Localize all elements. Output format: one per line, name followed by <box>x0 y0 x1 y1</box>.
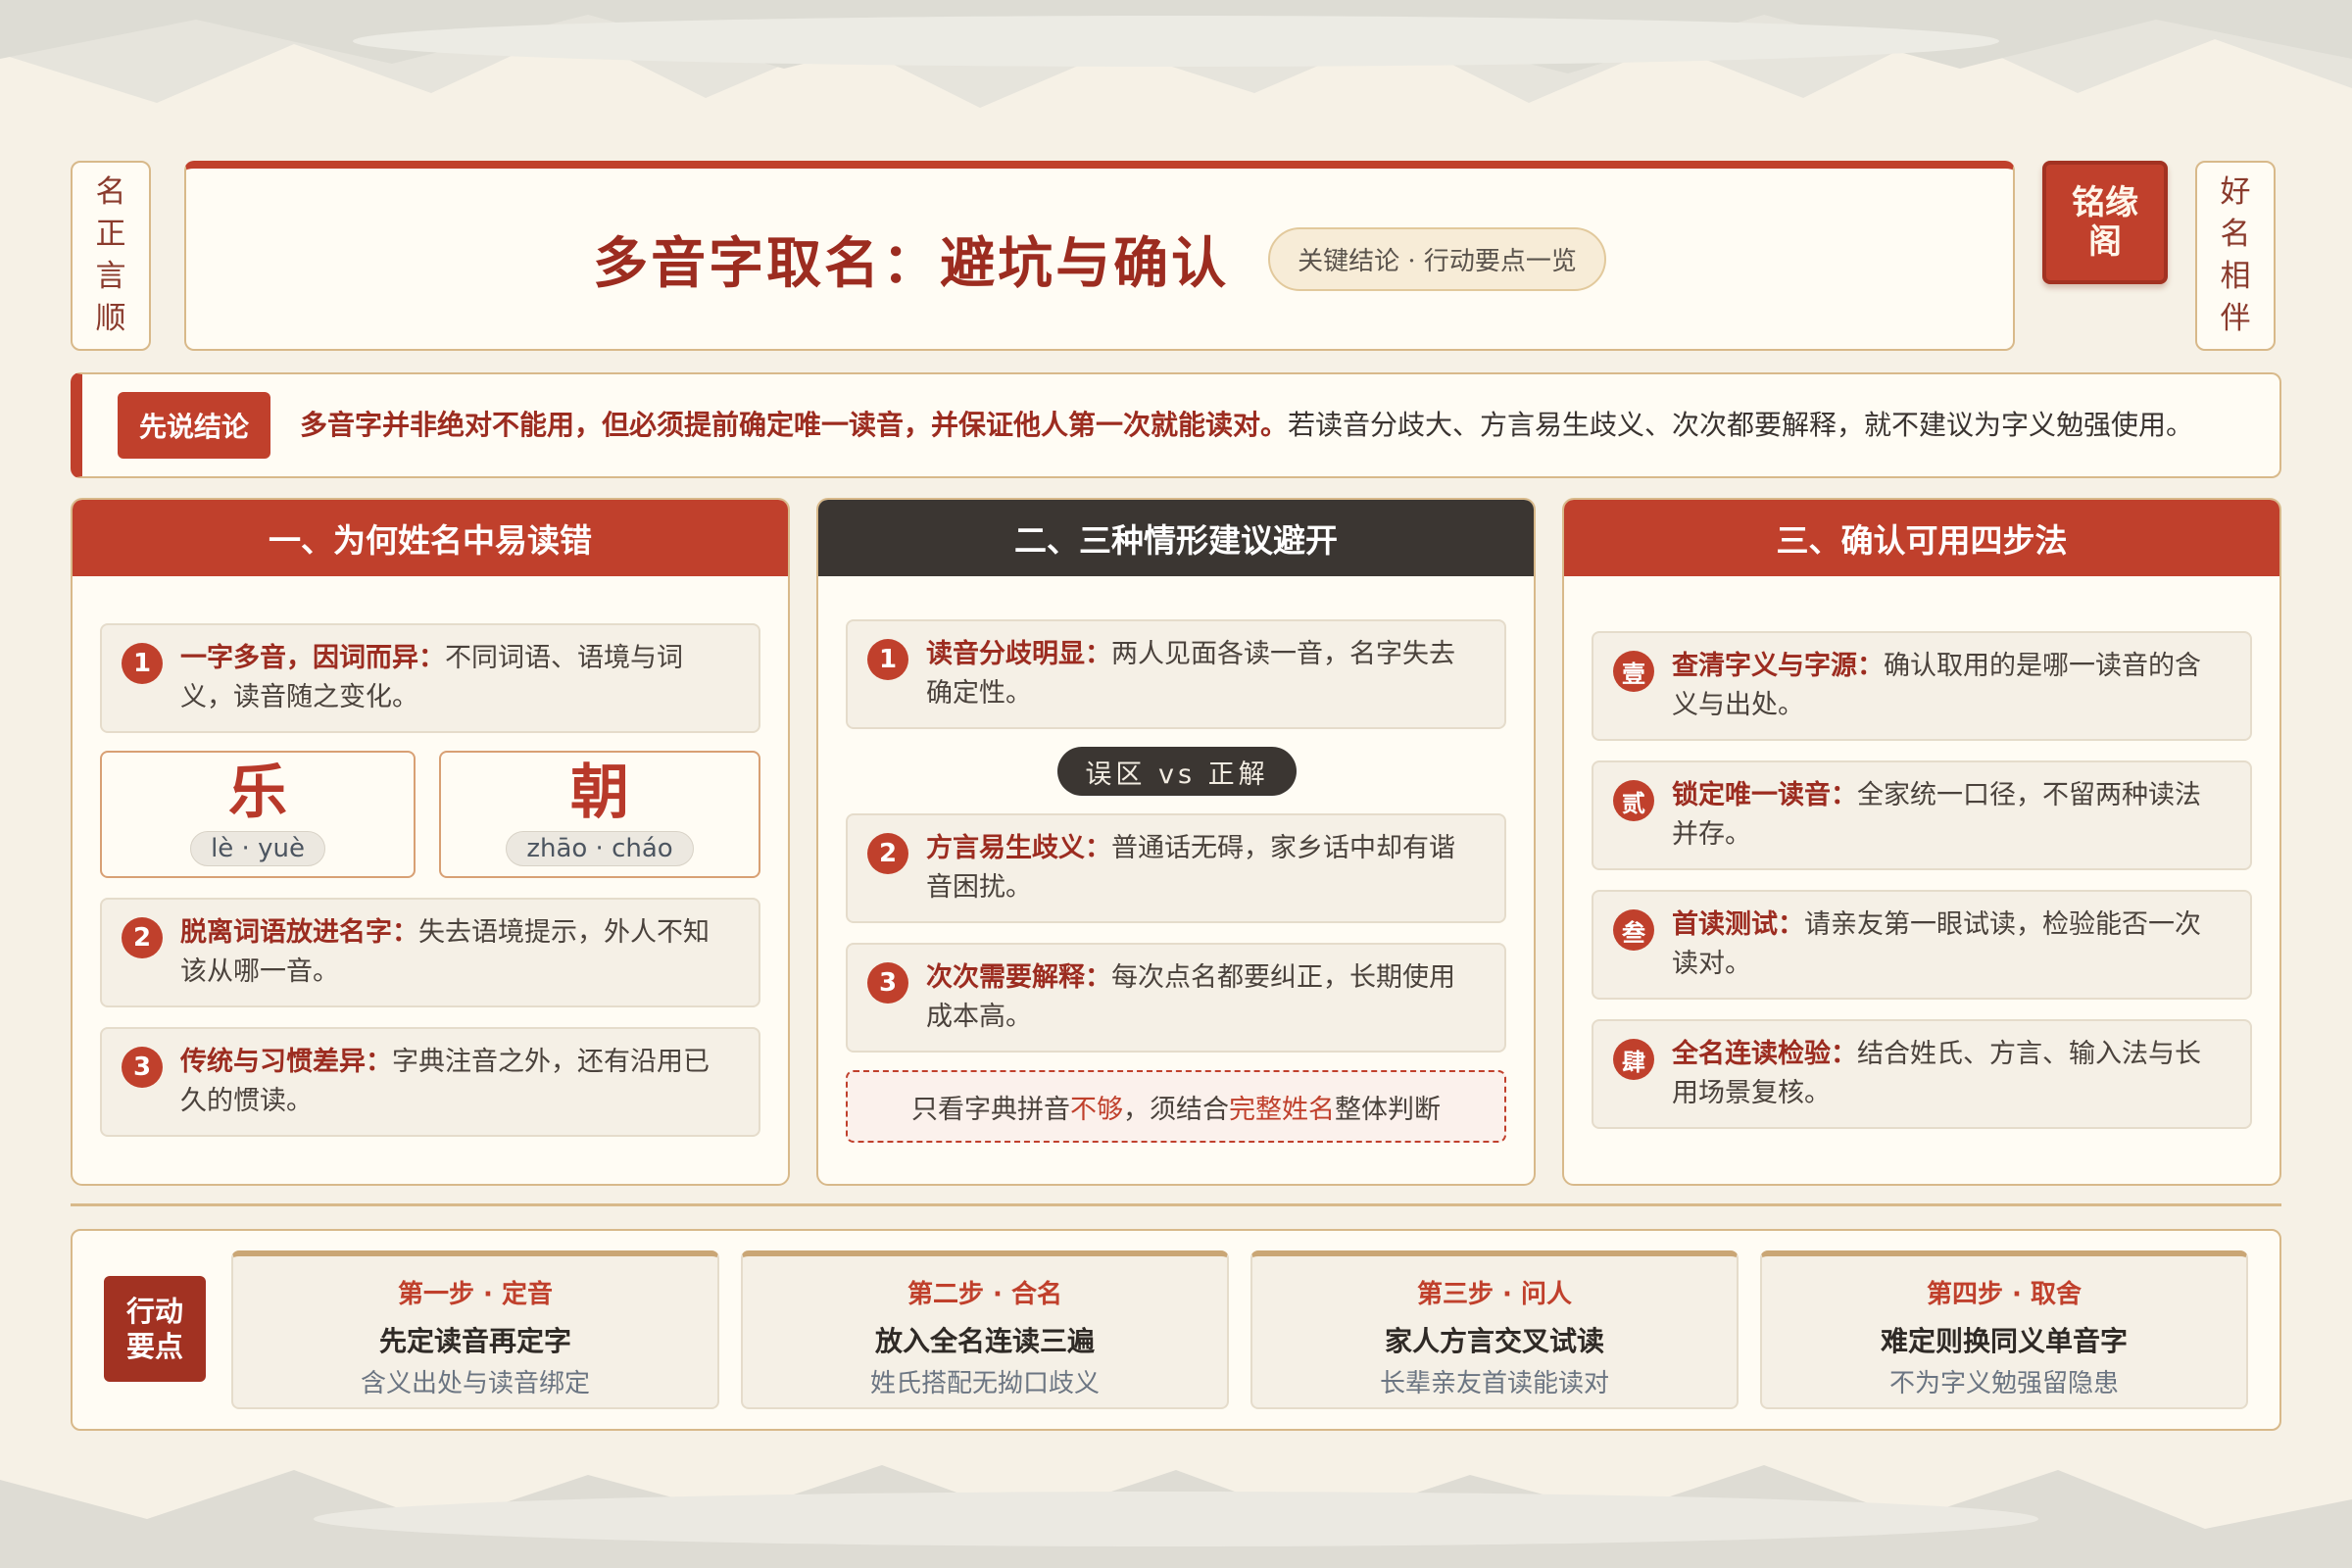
left-couplet: 名 正 言 顺 <box>71 161 151 351</box>
action-label-line: 行动 <box>125 1295 183 1328</box>
section-why-misread: 一、为何姓名中易读错 1 一字多音，因词而异：不同词语、语境与词义，读音随之变化… <box>71 498 790 1186</box>
seal-line: 铭缘 <box>2072 183 2138 222</box>
reason-title: 传统与习惯差异： <box>180 1047 392 1077</box>
left-couplet-char: 正 <box>95 217 126 252</box>
example-pinyin: zhāo · cháo <box>506 831 694 866</box>
action-step-title: 第四步 · 取舍 <box>1927 1280 2082 1309</box>
example-char: 朝 <box>570 759 629 827</box>
avoid-title: 次次需要解释： <box>926 962 1111 993</box>
example-pinyin: lè · yuè <box>190 831 325 866</box>
conclusion-strong: 多音字并非绝对不能用，但必须提前确定唯一读音，并保证他人第一次就能读对。 <box>300 409 1289 441</box>
reason-title: 脱离词语放进名字： <box>180 917 418 948</box>
number-badge: 1 <box>122 643 163 684</box>
reason-card: 3 传统与习惯差异：字典注音之外，还有沿用已久的惯读。 <box>100 1027 760 1137</box>
example-char-card: 乐 lè · yuè <box>100 751 416 878</box>
conclusion-bar: 先说结论 多音字并非绝对不能用，但必须提前确定唯一读音，并保证他人第一次就能读对… <box>71 372 2281 478</box>
avoid-title: 方言易生歧义： <box>926 833 1111 863</box>
step-method-card: 壹 查清字义与字源：确认取用的是哪一读音的含义与出处。 <box>1592 631 2252 741</box>
action-step-card: 第三步 · 问人 家人方言交叉试读 长辈亲友首读能读对 <box>1250 1250 1739 1409</box>
left-couplet-char: 名 <box>95 174 126 210</box>
avoid-card: 3 次次需要解释：每次点名都要纠正，长期使用成本高。 <box>846 943 1506 1053</box>
avoid-title: 读音分歧明显： <box>926 639 1111 669</box>
conclusion-label: 先说结论 <box>118 392 271 459</box>
right-couplet-char: 相 <box>2220 259 2251 294</box>
note-highlight: 完整姓名 <box>1229 1094 1335 1125</box>
note-part: ，须结合 <box>1123 1094 1229 1125</box>
conclusion-rest: 若读音分歧大、方言易生歧义、次次都要解释，就不建议为字义勉强使用。 <box>1288 409 2194 441</box>
bottom-mountain-decoration <box>0 1465 2352 1568</box>
right-couplet: 好 名 相 伴 <box>2195 161 2276 351</box>
action-step-sub: 长辈亲友首读能读对 <box>1379 1369 1609 1398</box>
right-couplet-char: 伴 <box>2220 301 2251 336</box>
number-badge: 壹 <box>1613 651 1654 692</box>
conclusion-text: 多音字并非绝对不能用，但必须提前确定唯一读音，并保证他人第一次就能读对。若读音分… <box>300 406 2193 445</box>
example-char: 乐 <box>228 759 287 827</box>
section-title: 一、为何姓名中易读错 <box>73 500 788 576</box>
action-step-card: 第四步 · 取舍 难定则换同义单音字 不为字义勉强留隐患 <box>1760 1250 2248 1409</box>
page-title: 多音字取名：避坑与确认 <box>593 230 1230 296</box>
avoid-card: 2 方言易生歧义：普通话无碍，家乡话中却有谐音困扰。 <box>846 813 1506 923</box>
action-step-main: 先定读音再定字 <box>378 1325 571 1357</box>
method-title: 锁定唯一读音： <box>1672 780 1857 810</box>
reason-card: 2 脱离词语放进名字：失去语境提示，外人不知该从哪一音。 <box>100 898 760 1007</box>
step-method-card: 叁 首读测试：请亲友第一眼试读，检验能否一次读对。 <box>1592 890 2252 1000</box>
number-badge: 3 <box>122 1047 163 1088</box>
reason-title: 一字多音，因词而异： <box>180 643 445 673</box>
action-label-line: 要点 <box>125 1330 183 1363</box>
section-divider <box>71 1203 2281 1206</box>
right-couplet-char: 名 <box>2220 217 2251 252</box>
brand-seal: 铭缘 阁 <box>2042 161 2168 284</box>
section-avoid-cases: 二、三种情形建议避开 1 读音分歧明显：两人见面各读一音，名字失去确定性。 误区… <box>816 498 1536 1186</box>
step-method-card: 肆 全名连读检验：结合姓氏、方言、输入法与长用场景复核。 <box>1592 1019 2252 1129</box>
right-couplet-char: 好 <box>2220 174 2251 210</box>
action-step-main: 家人方言交叉试读 <box>1384 1325 1604 1357</box>
number-badge: 3 <box>867 962 908 1004</box>
action-step-main: 难定则换同义单音字 <box>1880 1325 2128 1357</box>
note-part: 只看字典拼音 <box>911 1094 1070 1125</box>
left-couplet-char: 顺 <box>95 301 126 336</box>
method-title: 首读测试： <box>1672 909 1804 940</box>
dictionary-warning-note: 只看字典拼音 不够 ，须结合 完整姓名 整体判断 <box>846 1070 1506 1143</box>
action-step-sub: 姓氏搭配无拗口歧义 <box>869 1369 1100 1398</box>
action-step-main: 放入全名连读三遍 <box>874 1325 1095 1357</box>
section-four-steps: 三、确认可用四步法 壹 查清字义与字源：确认取用的是哪一读音的含义与出处。 贰 … <box>1562 498 2281 1186</box>
number-badge: 肆 <box>1613 1039 1654 1080</box>
step-method-card: 贰 锁定唯一读音：全家统一口径，不留两种读法并存。 <box>1592 760 2252 870</box>
action-step-card: 第二步 · 合名 放入全名连读三遍 姓氏搭配无拗口歧义 <box>741 1250 1229 1409</box>
myth-vs-fact-pill: 误区 vs 正解 <box>1057 747 1297 796</box>
action-points-label: 行动 要点 <box>104 1276 206 1382</box>
example-char-card: 朝 zhāo · cháo <box>439 751 760 878</box>
section-title: 三、确认可用四步法 <box>1564 500 2279 576</box>
action-step-title: 第三步 · 问人 <box>1417 1280 1572 1309</box>
method-title: 全名连读检验： <box>1672 1039 1857 1069</box>
number-badge: 贰 <box>1613 780 1654 821</box>
action-step-sub: 含义出处与读音绑定 <box>360 1369 590 1398</box>
left-couplet-char: 言 <box>95 259 126 294</box>
number-badge: 叁 <box>1613 909 1654 951</box>
avoid-card: 1 读音分歧明显：两人见面各读一音，名字失去确定性。 <box>846 619 1506 729</box>
note-highlight: 不够 <box>1070 1094 1123 1125</box>
reason-card: 1 一字多音，因词而异：不同词语、语境与词义，读音随之变化。 <box>100 623 760 733</box>
top-mountain-decoration <box>0 0 2352 108</box>
number-badge: 1 <box>867 639 908 680</box>
action-step-title: 第二步 · 合名 <box>907 1280 1062 1309</box>
number-badge: 2 <box>122 917 163 958</box>
method-title: 查清字义与字源： <box>1672 651 1884 681</box>
title-banner: 多音字取名：避坑与确认 关键结论 · 行动要点一览 <box>184 161 2015 351</box>
action-points-box: 行动 要点 第一步 · 定音 先定读音再定字 含义出处与读音绑定 第二步 · 合… <box>71 1229 2281 1431</box>
action-step-title: 第一步 · 定音 <box>398 1280 553 1309</box>
action-step-card: 第一步 · 定音 先定读音再定字 含义出处与读音绑定 <box>231 1250 719 1409</box>
number-badge: 2 <box>867 833 908 874</box>
title-subtitle-badge: 关键结论 · 行动要点一览 <box>1268 226 1606 291</box>
note-part: 整体判断 <box>1335 1094 1441 1125</box>
section-title: 二、三种情形建议避开 <box>818 500 1534 576</box>
seal-line: 阁 <box>2088 222 2122 262</box>
action-step-sub: 不为字义勉强留隐患 <box>1888 1369 2119 1398</box>
